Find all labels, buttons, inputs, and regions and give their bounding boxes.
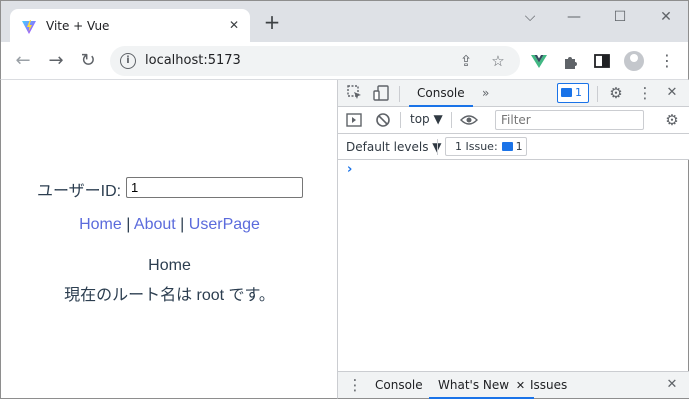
toolbar-divider xyxy=(451,112,452,128)
drawer-tab-issues[interactable]: Issues xyxy=(530,372,567,399)
issues-count: 1 xyxy=(515,140,523,153)
vite-logo-icon xyxy=(22,20,36,34)
drawer-menu-icon[interactable]: ⋮ xyxy=(346,376,364,394)
route-name-message: 現在のルート名は root です。 xyxy=(64,287,275,304)
new-tab-button[interactable]: + xyxy=(262,12,282,33)
nav-link-about[interactable]: About xyxy=(134,216,176,233)
more-tabs-icon[interactable]: » xyxy=(474,80,497,107)
profile-avatar[interactable] xyxy=(624,51,644,71)
inspect-element-icon[interactable] xyxy=(346,84,364,102)
console-filter-input[interactable] xyxy=(495,110,644,130)
devtools-tab-bar: Console » 1 ⚙ ⋮ ✕ xyxy=(338,80,689,107)
tab-close-icon[interactable]: ✕ xyxy=(226,17,242,33)
console-level-bar: Default levels ▼ 1 Issue: 1 xyxy=(338,134,689,160)
nav-link-userpage[interactable]: UserPage xyxy=(189,216,260,233)
toolbar-divider xyxy=(400,112,401,128)
bookmark-star-icon[interactable]: ☆ xyxy=(489,52,507,70)
message-count: 1 xyxy=(575,86,582,99)
side-panel-icon[interactable] xyxy=(592,51,612,71)
browser-menu-icon[interactable]: ⋮ xyxy=(657,51,677,71)
close-window-button[interactable]: ✕ xyxy=(655,7,677,27)
drawer-tab-console[interactable]: Console xyxy=(375,372,423,399)
issue-message-icon xyxy=(501,142,513,151)
browser-toolbar: ← → ↻ i localhost:5173 ⇪ ☆ ⋮ xyxy=(0,42,689,80)
drawer-tab-whats-new-label: What's New xyxy=(438,378,510,392)
toolbar-divider xyxy=(399,86,400,102)
devtools-panel: Console » 1 ⚙ ⋮ ✕ top ▼ ⚙ Default levels… xyxy=(337,80,689,399)
nav-separator: | xyxy=(121,216,134,233)
drawer-close-icon[interactable]: ✕ xyxy=(663,376,681,394)
tab-console[interactable]: Console xyxy=(409,80,473,107)
browser-tab-strip: Vite + Vue ✕ + ⌵ — ☐ ✕ xyxy=(0,0,689,43)
message-icon xyxy=(561,88,572,97)
device-toolbar-icon[interactable] xyxy=(372,84,390,102)
minimize-button[interactable]: — xyxy=(563,7,585,27)
tab-title: Vite + Vue xyxy=(46,19,110,33)
issues-button[interactable]: 1 Issue: 1 xyxy=(445,137,527,156)
url-text[interactable]: localhost:5173 xyxy=(145,53,241,68)
clear-console-icon[interactable] xyxy=(374,111,392,129)
back-button[interactable]: ← xyxy=(12,50,34,72)
router-nav: Home | About | UserPage xyxy=(1,216,338,234)
page-viewport: ユーザーID: Home | About | UserPage Home 現在の… xyxy=(0,80,337,399)
nav-separator: | xyxy=(175,216,189,233)
share-icon[interactable]: ⇪ xyxy=(457,52,475,70)
address-bar[interactable]: i localhost:5173 ⇪ ☆ xyxy=(110,46,520,76)
userid-input[interactable] xyxy=(126,177,303,198)
userid-label: ユーザーID: xyxy=(37,183,122,200)
javascript-context-select[interactable]: top ▼ xyxy=(410,112,443,126)
toolbar-divider xyxy=(597,86,598,102)
live-expression-eye-icon[interactable] xyxy=(460,111,478,129)
log-levels-dropdown[interactable]: Default levels ▼ xyxy=(346,140,442,154)
tab-search-chevron-icon[interactable]: ⌵ xyxy=(519,7,541,27)
console-prompt-chevron-icon[interactable]: › xyxy=(347,162,352,177)
reload-button[interactable]: ↻ xyxy=(77,50,99,72)
maximize-button[interactable]: ☐ xyxy=(609,7,631,27)
extensions-puzzle-icon[interactable] xyxy=(561,51,581,71)
view-title: Home xyxy=(148,257,191,274)
browser-tab[interactable]: Vite + Vue ✕ xyxy=(10,9,250,43)
forward-button[interactable]: → xyxy=(45,50,67,72)
toolbar-divider xyxy=(437,139,438,155)
settings-gear-icon[interactable]: ⚙ xyxy=(607,84,625,102)
devtools-drawer-tab-bar: ⋮ Console What's New ✕ Issues ✕ xyxy=(338,371,689,399)
nav-link-home[interactable]: Home xyxy=(79,216,122,233)
drawer-tab-whats-new[interactable]: What's New ✕ xyxy=(429,372,535,399)
issues-label: 1 Issue: xyxy=(455,140,498,153)
show-sidebar-icon[interactable] xyxy=(345,111,363,129)
vue-devtools-icon[interactable] xyxy=(529,51,549,71)
devtools-close-icon[interactable]: ✕ xyxy=(663,84,681,102)
console-messages-badge[interactable]: 1 xyxy=(557,83,589,103)
console-settings-gear-icon[interactable]: ⚙ xyxy=(663,111,681,129)
site-info-icon[interactable]: i xyxy=(120,53,136,69)
drawer-tab-close-icon[interactable]: ✕ xyxy=(516,379,525,392)
console-filter-bar: top ▼ ⚙ xyxy=(338,107,689,134)
devtools-menu-icon[interactable]: ⋮ xyxy=(636,84,654,102)
